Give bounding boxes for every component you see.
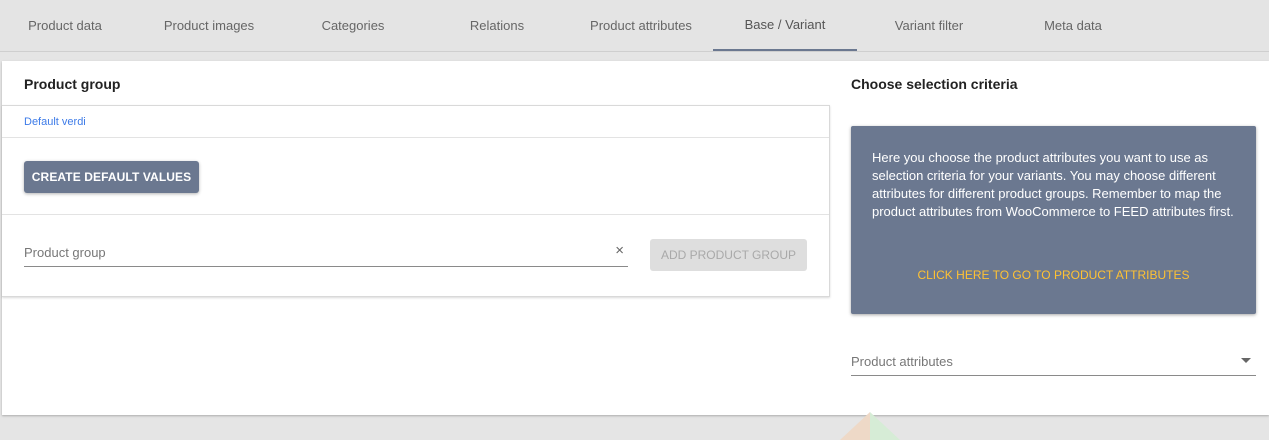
tab-product-images[interactable]: Product images xyxy=(137,0,281,51)
product-group-input[interactable] xyxy=(24,242,604,262)
product-attributes-label: Product attributes xyxy=(851,354,953,369)
tab-product-attributes[interactable]: Product attributes xyxy=(569,0,713,51)
tab-relations[interactable]: Relations xyxy=(425,0,569,51)
tab-product-data[interactable]: Product data xyxy=(0,0,137,51)
tab-variant-filter[interactable]: Variant filter xyxy=(857,0,1001,51)
divider xyxy=(2,214,829,215)
tab-meta-data[interactable]: Meta data xyxy=(1001,0,1145,51)
create-default-values-button[interactable]: CREATE DEFAULT VALUES xyxy=(24,161,199,193)
clear-icon[interactable]: × xyxy=(615,242,624,260)
decorative-shape xyxy=(840,412,900,440)
product-attributes-select[interactable]: Product attributes xyxy=(851,349,1256,376)
product-group-title: Product group xyxy=(24,76,121,92)
chevron-down-icon[interactable] xyxy=(1241,358,1251,363)
go-to-product-attributes-link[interactable]: CLICK HERE TO GO TO PRODUCT ATTRIBUTES xyxy=(851,268,1256,282)
product-group-panel: Default verdi CREATE DEFAULT VALUES × AD… xyxy=(2,105,830,297)
tab-base-variant[interactable]: Base / Variant xyxy=(713,0,857,51)
tab-categories[interactable]: Categories xyxy=(281,0,425,51)
selection-criteria-title: Choose selection criteria xyxy=(851,76,1018,92)
group-name-label[interactable]: Default verdi xyxy=(24,116,86,128)
info-box: Here you choose the product attributes y… xyxy=(851,126,1256,314)
product-group-field: × xyxy=(24,238,628,267)
divider xyxy=(2,137,829,138)
tab-bar: Product data Product images Categories R… xyxy=(0,0,1269,52)
add-product-group-button[interactable]: ADD PRODUCT GROUP xyxy=(650,239,807,271)
content-card: Product group Default verdi CREATE DEFAU… xyxy=(2,61,1269,415)
info-text: Here you choose the product attributes y… xyxy=(872,150,1234,219)
